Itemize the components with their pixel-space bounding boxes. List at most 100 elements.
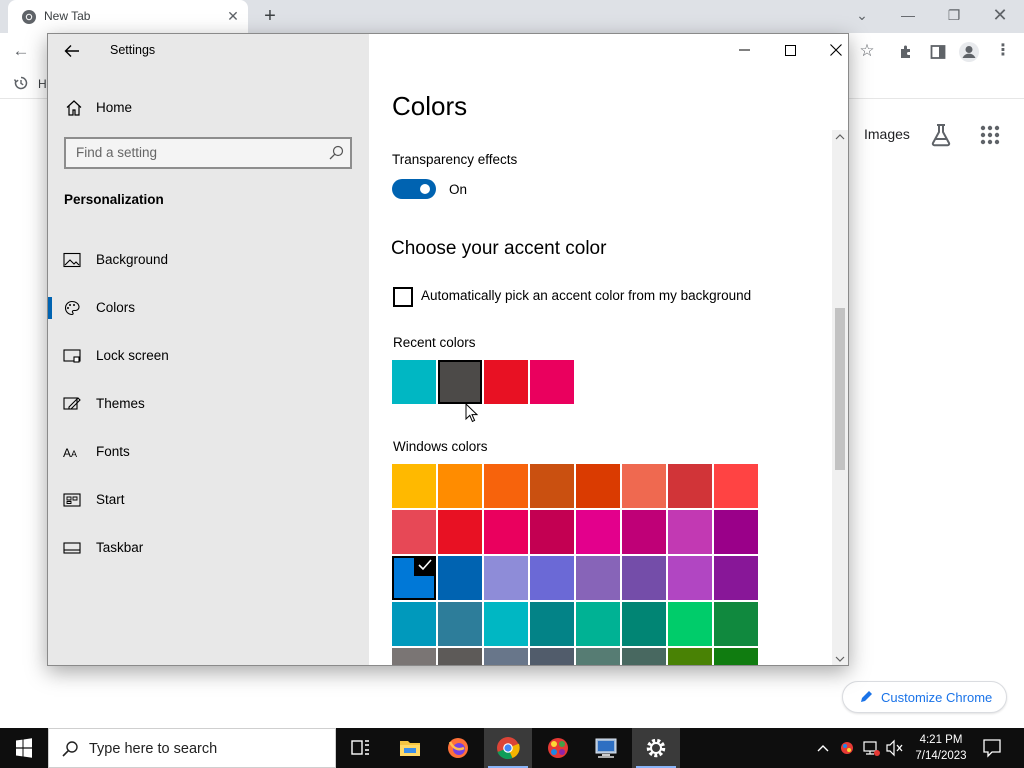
google-apps-icon[interactable] bbox=[980, 125, 1000, 145]
windows-color-swatch[interactable] bbox=[392, 464, 436, 508]
sidebar-item-taskbar[interactable]: Taskbar bbox=[48, 529, 369, 567]
volume-muted-icon[interactable] bbox=[884, 728, 906, 768]
start-windows-icon[interactable] bbox=[0, 728, 48, 768]
sidebar-item-start[interactable]: Start bbox=[48, 481, 369, 519]
windows-color-swatch[interactable] bbox=[576, 464, 620, 508]
new-tab-button[interactable]: + bbox=[258, 5, 282, 29]
sidebar-item-themes[interactable]: Themes bbox=[48, 385, 369, 423]
windows-color-swatch[interactable] bbox=[484, 648, 528, 665]
windows-color-swatch[interactable] bbox=[484, 556, 528, 600]
windows-color-swatch[interactable] bbox=[714, 556, 758, 600]
windows-color-swatch[interactable] bbox=[714, 648, 758, 665]
windows-color-swatch[interactable] bbox=[438, 602, 482, 646]
windows-color-swatch[interactable] bbox=[668, 510, 712, 554]
labs-flask-icon[interactable] bbox=[930, 123, 952, 147]
windows-color-swatch[interactable] bbox=[530, 602, 574, 646]
windows-color-swatch[interactable] bbox=[530, 648, 574, 665]
recent-color-swatch[interactable] bbox=[530, 360, 574, 404]
bookmark-star-icon[interactable]: ☆ bbox=[854, 38, 880, 64]
windows-color-swatch[interactable] bbox=[576, 556, 620, 600]
find-setting-input[interactable]: Find a setting bbox=[64, 137, 352, 169]
sidebar-item-lock-screen[interactable]: Lock screen bbox=[48, 337, 369, 375]
chrome-close-button[interactable]: ✕ bbox=[980, 2, 1020, 30]
windows-color-swatch[interactable] bbox=[530, 510, 574, 554]
extensions-icon[interactable] bbox=[898, 44, 914, 60]
chrome-tab[interactable]: New Tab ✕ bbox=[8, 0, 248, 33]
chrome-restore-button[interactable]: ❐ bbox=[934, 2, 974, 30]
network-icon[interactable] bbox=[860, 728, 882, 768]
windows-color-swatch[interactable] bbox=[484, 510, 528, 554]
sidebar-item-background[interactable]: Background bbox=[48, 241, 369, 279]
auto-pick-label[interactable]: Automatically pick an accent color from … bbox=[421, 288, 751, 303]
recent-color-swatch[interactable] bbox=[392, 360, 436, 404]
show-hidden-icons-icon[interactable] bbox=[812, 728, 834, 768]
customize-chrome-button[interactable]: Customize Chrome bbox=[842, 681, 1007, 713]
search-icon bbox=[329, 145, 344, 160]
sidebar-item-home[interactable]: Home bbox=[48, 91, 369, 125]
minimize-button[interactable] bbox=[721, 34, 767, 66]
chrome-taskbar-app[interactable] bbox=[484, 728, 532, 768]
tab-search-icon[interactable]: ⌄ bbox=[842, 2, 882, 30]
scrollbar[interactable] bbox=[832, 130, 848, 666]
windows-color-swatch[interactable] bbox=[668, 602, 712, 646]
windows-color-swatch[interactable] bbox=[438, 510, 482, 554]
transparency-toggle[interactable] bbox=[392, 179, 436, 199]
windows-color-swatch[interactable] bbox=[530, 464, 574, 508]
system-clock[interactable]: 4:21 PM 7/14/2023 bbox=[904, 732, 978, 764]
windows-color-swatch[interactable] bbox=[438, 648, 482, 665]
remote-desktop-icon[interactable] bbox=[582, 728, 630, 768]
windows-color-swatch[interactable] bbox=[392, 556, 436, 600]
windows-color-swatch[interactable] bbox=[714, 464, 758, 508]
windows-color-swatch[interactable] bbox=[484, 464, 528, 508]
windows-color-swatch[interactable] bbox=[484, 602, 528, 646]
windows-color-swatch[interactable] bbox=[622, 464, 666, 508]
windows-color-swatch[interactable] bbox=[622, 602, 666, 646]
scroll-thumb[interactable] bbox=[835, 308, 845, 470]
chrome-menu-icon[interactable]: ⋮ bbox=[990, 38, 1016, 64]
back-arrow-icon[interactable]: ← bbox=[8, 38, 34, 64]
task-view-icon[interactable] bbox=[336, 728, 384, 768]
close-button[interactable] bbox=[813, 34, 849, 66]
windows-color-swatch[interactable] bbox=[668, 648, 712, 665]
notifications-icon[interactable] bbox=[980, 728, 1004, 768]
maximize-button[interactable] bbox=[767, 34, 813, 66]
auto-pick-checkbox[interactable] bbox=[393, 287, 413, 307]
file-explorer-icon[interactable] bbox=[386, 728, 434, 768]
profile-avatar-icon[interactable] bbox=[958, 41, 980, 63]
firefox-icon[interactable] bbox=[434, 728, 482, 768]
settings-taskbar-app[interactable] bbox=[632, 728, 680, 768]
windows-color-swatch[interactable] bbox=[530, 556, 574, 600]
chrome-minimize-button[interactable]: — bbox=[888, 2, 928, 30]
tab-close-icon[interactable]: ✕ bbox=[224, 7, 242, 25]
bookmark-label[interactable]: H bbox=[38, 77, 47, 91]
scroll-up-icon[interactable] bbox=[832, 130, 848, 144]
sidebar-item-colors[interactable]: Colors bbox=[48, 289, 369, 327]
scroll-down-icon[interactable] bbox=[832, 652, 848, 666]
images-link[interactable]: Images bbox=[864, 126, 910, 142]
recent-colors-label: Recent colors bbox=[393, 335, 476, 350]
windows-color-swatch[interactable] bbox=[392, 602, 436, 646]
tray-app-icon[interactable] bbox=[836, 728, 858, 768]
sidebar-item-label: Home bbox=[96, 100, 133, 115]
windows-color-swatch[interactable] bbox=[438, 464, 482, 508]
windows-color-swatch[interactable] bbox=[622, 648, 666, 665]
windows-color-swatch[interactable] bbox=[576, 648, 620, 665]
windows-color-swatch[interactable] bbox=[392, 510, 436, 554]
windows-color-swatch[interactable] bbox=[668, 556, 712, 600]
windows-color-swatch[interactable] bbox=[622, 556, 666, 600]
windows-color-swatch[interactable] bbox=[668, 464, 712, 508]
side-panel-icon[interactable] bbox=[930, 44, 946, 60]
windows-color-swatch[interactable] bbox=[714, 510, 758, 554]
windows-color-swatch[interactable] bbox=[576, 510, 620, 554]
windows-color-swatch[interactable] bbox=[576, 602, 620, 646]
windows-color-swatch[interactable] bbox=[438, 556, 482, 600]
back-button[interactable] bbox=[60, 39, 84, 63]
paint-app-icon[interactable] bbox=[534, 728, 582, 768]
recent-color-swatch[interactable] bbox=[438, 360, 482, 404]
windows-color-swatch[interactable] bbox=[622, 510, 666, 554]
windows-color-swatch[interactable] bbox=[392, 648, 436, 665]
sidebar-item-fonts[interactable]: A A Fonts bbox=[48, 433, 369, 471]
taskbar-search-box[interactable]: Type here to search bbox=[48, 728, 336, 768]
windows-color-swatch[interactable] bbox=[714, 602, 758, 646]
recent-color-swatch[interactable] bbox=[484, 360, 528, 404]
